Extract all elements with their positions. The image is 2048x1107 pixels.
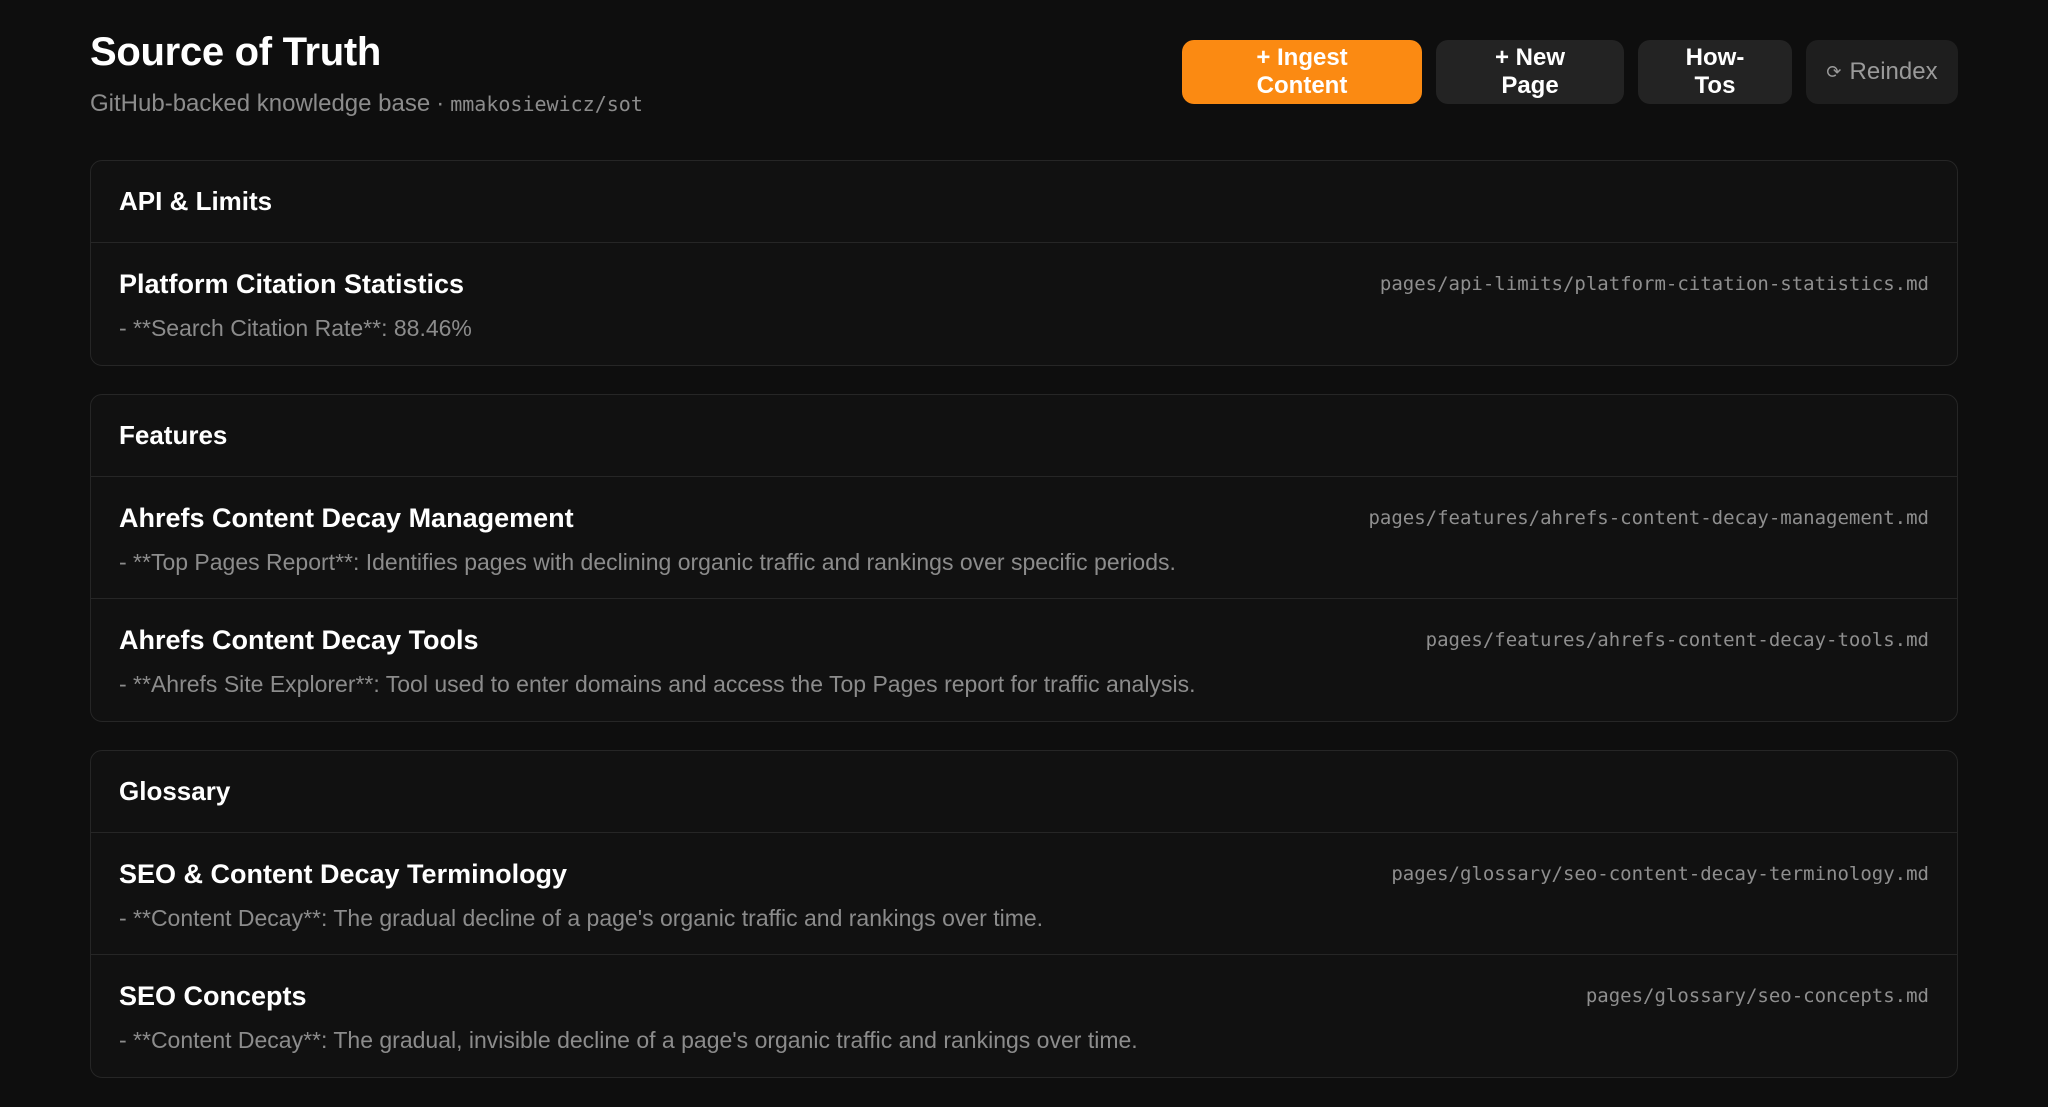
entry-path: pages/features/ahrefs-content-decay-mana… bbox=[1368, 507, 1929, 529]
entry-description: - **Content Decay**: The gradual decline… bbox=[119, 905, 1044, 931]
entry-path: pages/api-limits/platform-citation-stati… bbox=[1379, 273, 1929, 295]
entry-title: SEO & Content Decay Terminology bbox=[119, 859, 568, 889]
page-subtitle: GitHub-backed knowledge base · mmakosiewic… bbox=[90, 90, 643, 118]
section-title: Glossary bbox=[91, 751, 1957, 833]
entry-title: Ahrefs Content Decay Tools bbox=[119, 625, 479, 655]
section-title: Features bbox=[91, 395, 1957, 477]
section-features: Features Ahrefs Content Decay Management… bbox=[90, 394, 1958, 722]
entry-path: pages/glossary/seo-concepts.md bbox=[1585, 985, 1929, 1007]
entry-path: pages/features/ahrefs-content-decay-tool… bbox=[1425, 629, 1929, 651]
section-glossary: Glossary SEO & Content Decay Terminology… bbox=[90, 750, 1958, 1078]
page-entry[interactable]: Ahrefs Content Decay Management pages/fe… bbox=[91, 477, 1957, 599]
ingest-content-button[interactable]: + Ingest Content bbox=[1182, 40, 1422, 104]
subtitle-separator: · bbox=[436, 90, 445, 117]
entry-title: Ahrefs Content Decay Management bbox=[119, 503, 574, 533]
entry-title: SEO Concepts bbox=[119, 981, 307, 1011]
page-entry[interactable]: SEO & Content Decay Terminology pages/gl… bbox=[91, 833, 1957, 955]
page-entry[interactable]: Ahrefs Content Decay Tools pages/feature… bbox=[91, 599, 1957, 721]
page-entry[interactable]: SEO Concepts pages/glossary/seo-concepts… bbox=[91, 955, 1957, 1077]
new-page-button[interactable]: + New Page bbox=[1436, 40, 1624, 104]
page-title: Source of Truth bbox=[90, 30, 382, 74]
header-actions: + Ingest Content + New Page How-Tos ⟳ Re… bbox=[1182, 40, 1958, 104]
entry-title: Platform Citation Statistics bbox=[119, 269, 465, 299]
section-title: API & Limits bbox=[91, 161, 1957, 243]
entry-description: - **Ahrefs Site Explorer**: Tool used to… bbox=[119, 671, 1196, 697]
entry-description: - **Top Pages Report**: Identifies pages… bbox=[119, 549, 1176, 575]
how-tos-button[interactable]: How-Tos bbox=[1638, 40, 1792, 104]
refresh-icon: ⟳ bbox=[1826, 61, 1842, 82]
entry-description: - **Search Citation Rate**: 88.46% bbox=[119, 315, 472, 341]
page: Source of Truth GitHub-backed knowledge … bbox=[0, 0, 2048, 1107]
entry-path: pages/glossary/seo-content-decay-termino… bbox=[1391, 863, 1929, 885]
subtitle-text: GitHub-backed knowledge base bbox=[90, 90, 431, 117]
entry-description: - **Content Decay**: The gradual, invisi… bbox=[119, 1027, 1138, 1053]
page-entry[interactable]: Platform Citation Statistics pages/api-l… bbox=[91, 243, 1957, 365]
section-api-limits: API & Limits Platform Citation Statistic… bbox=[90, 160, 1958, 366]
page-header: Source of Truth GitHub-backed knowledge … bbox=[90, 0, 1958, 160]
reindex-button[interactable]: ⟳ Reindex bbox=[1806, 40, 1958, 104]
reindex-label: Reindex bbox=[1849, 58, 1938, 85]
repo-name: mmakosiewicz/sot bbox=[450, 92, 643, 116]
